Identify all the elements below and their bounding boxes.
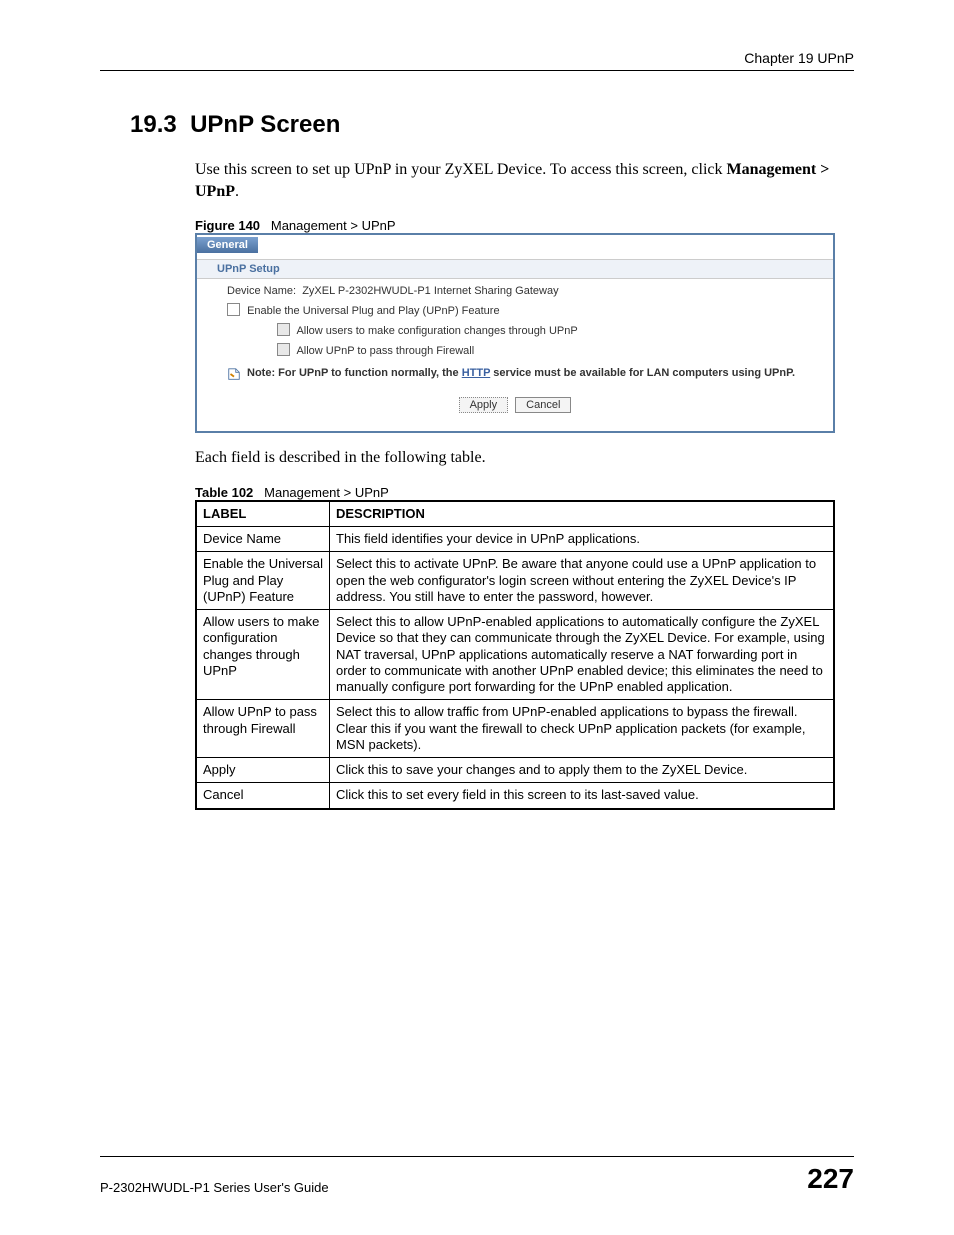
cell-desc: This field identifies your device in UPn…	[330, 527, 835, 552]
footer-guide: P-2302HWUDL-P1 Series User's Guide	[100, 1180, 329, 1195]
figure-number: Figure 140	[195, 218, 260, 233]
note-icon	[227, 367, 241, 381]
cell-label: Enable the Universal Plug and Play (UPnP…	[196, 552, 330, 610]
cell-desc: Select this to allow traffic from UPnP-e…	[330, 700, 835, 758]
cancel-button[interactable]: Cancel	[515, 397, 571, 413]
checkbox-allow-firewall[interactable]	[277, 343, 290, 356]
section-title-text: UPnP Screen	[190, 111, 340, 138]
note-suffix: service must be available for LAN comput…	[490, 367, 795, 379]
figure-screenshot: General UPnP Setup Device Name: ZyXEL P-…	[195, 233, 835, 433]
device-name-label: Device Name:	[227, 285, 296, 297]
note-http-link[interactable]: HTTP	[462, 367, 491, 379]
intro-paragraph: Use this screen to set up UPnP in your Z…	[195, 159, 834, 202]
cell-label: Device Name	[196, 527, 330, 552]
table-number: Table 102	[195, 485, 253, 500]
th-label: LABEL	[196, 501, 330, 527]
checkbox-enable-upnp[interactable]	[227, 303, 240, 316]
table-caption-text: Management > UPnP	[264, 485, 389, 500]
figure-caption: Figure 140 Management > UPnP	[195, 218, 854, 233]
cell-desc: Select this to allow UPnP-enabled applic…	[330, 610, 835, 700]
cell-label: Cancel	[196, 783, 330, 809]
th-description: DESCRIPTION	[330, 501, 835, 527]
cell-label: Apply	[196, 758, 330, 783]
cell-label: Allow users to make configuration change…	[196, 610, 330, 700]
table-row: Enable the Universal Plug and Play (UPnP…	[196, 552, 834, 610]
upnp-setup-header: UPnP Setup	[197, 259, 833, 279]
cell-desc: Click this to set every field in this sc…	[330, 783, 835, 809]
table-row: Allow UPnP to pass through Firewall Sele…	[196, 700, 834, 758]
cell-label: Allow UPnP to pass through Firewall	[196, 700, 330, 758]
cell-desc: Select this to activate UPnP. Be aware t…	[330, 552, 835, 610]
table-row: Apply Click this to save your changes an…	[196, 758, 834, 783]
label-enable-upnp: Enable the Universal Plug and Play (UPnP…	[247, 305, 500, 317]
table-row: Device Name This field identifies your d…	[196, 527, 834, 552]
table-caption: Table 102 Management > UPnP	[195, 485, 854, 500]
section-number: 19.3	[130, 111, 177, 138]
label-allow-config: Allow users to make configuration change…	[296, 325, 577, 337]
figure-caption-text: Management > UPnP	[271, 218, 396, 233]
cell-desc: Click this to save your changes and to a…	[330, 758, 835, 783]
intro-text: Use this screen to set up UPnP in your Z…	[195, 161, 727, 178]
field-description-table: LABEL DESCRIPTION Device Name This field…	[195, 500, 835, 810]
table-row: Allow users to make configuration change…	[196, 610, 834, 700]
table-intro: Each field is described in the following…	[195, 447, 834, 469]
page-number: 227	[807, 1163, 854, 1195]
label-allow-firewall: Allow UPnP to pass through Firewall	[296, 345, 474, 357]
note-prefix: Note: For UPnP to function normally, the	[247, 367, 462, 379]
device-name-value: ZyXEL P-2302HWUDL-P1 Internet Sharing Ga…	[302, 285, 558, 297]
checkbox-allow-config[interactable]	[277, 323, 290, 336]
chapter-label: Chapter 19 UPnP	[744, 50, 854, 66]
table-row: Cancel Click this to set every field in …	[196, 783, 834, 809]
section-heading: 19.3 UPnP Screen	[130, 111, 854, 139]
tab-general[interactable]: General	[197, 237, 258, 253]
intro-period: .	[235, 183, 239, 200]
apply-button[interactable]: Apply	[459, 397, 509, 413]
